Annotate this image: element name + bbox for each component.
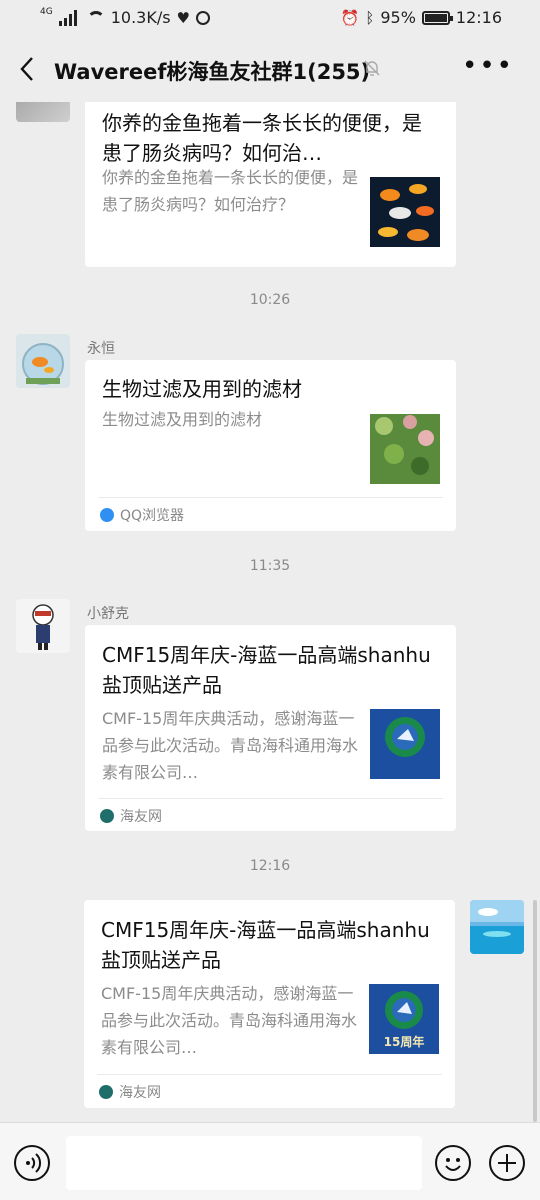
avatar[interactable] [16, 102, 70, 122]
network-type: 4G [40, 6, 53, 17]
avatar[interactable] [16, 599, 70, 653]
emoji-icon[interactable] [435, 1145, 471, 1181]
status-bar: 4G 10.3K/s ♥ ⏰ ᛒ 95% 12:16 [0, 0, 540, 36]
sender-name: 永恒 [87, 341, 115, 357]
wifi-icon [86, 10, 105, 25]
card-title: 你养的金鱼拖着一条长长的便便，是患了肠炎病吗？如何治… [102, 111, 422, 165]
voice-icon[interactable] [14, 1145, 50, 1181]
sender-name: 小舒克 [87, 606, 129, 622]
clock: 12:16 [455, 8, 502, 27]
card-title: CMF15周年庆-海蓝一品高端shanhu盐顶贴送产品 [101, 918, 430, 972]
cartoon-pilot-avatar-image [16, 599, 70, 653]
card-thumbnail [370, 177, 440, 247]
chat-header: Wavereef彬海鱼友社群1(255) ••• [0, 36, 540, 102]
message-list[interactable]: 你养的金鱼拖着一条长长的便便，是患了肠炎病吗？如何治… 你养的金鱼拖着一条长长的… [0, 102, 540, 1122]
card-description: 你养的金鱼拖着一条长长的便便，是患了肠炎病吗？如何治疗？ [102, 168, 359, 214]
bluetooth-icon: ᛒ [365, 8, 375, 27]
more-horizontal-icon[interactable]: ••• [462, 53, 514, 79]
timestamp: 12:16 [249, 858, 291, 874]
link-card[interactable]: CMF15周年庆-海蓝一品高端shanhu盐顶贴送产品 CMF-15周年庆典活动… [85, 625, 456, 831]
haiyou-site-icon [99, 1085, 113, 1099]
card-description: CMF-15周年庆典活动，感谢海蓝一品参与此次活动。青岛海科通用海水素有限公司… [102, 709, 359, 782]
chat-title: Wavereef彬海鱼友社群1(255) [54, 60, 371, 84]
my-avatar[interactable] [470, 900, 524, 954]
link-card[interactable]: 生物过滤及用到的滤材 生物过滤及用到的滤材 QQ浏览器 [85, 360, 456, 531]
aquarium-plants-image [370, 414, 440, 484]
fishbowl-avatar-image [16, 334, 70, 388]
card-source: 海友网 [98, 798, 443, 832]
card-thumbnail: 15周年 [369, 984, 439, 1054]
card-description: 生物过滤及用到的滤材 [102, 410, 263, 429]
card-title: CMF15周年庆-海蓝一品高端shanhu盐顶贴送产品 [102, 643, 431, 697]
ocean-avatar-image [470, 900, 524, 954]
card-source-name: 海友网 [120, 809, 162, 825]
qq-browser-icon [100, 508, 114, 522]
card-source: QQ浏览器 [98, 497, 443, 531]
chevron-left-icon[interactable] [18, 56, 38, 82]
alarm-icon: ⏰ [340, 8, 360, 27]
link-card-self[interactable]: CMF15周年庆-海蓝一品高端shanhu盐顶贴送产品 CMF-15周年庆典活动… [84, 900, 455, 1108]
plus-icon[interactable] [489, 1145, 525, 1181]
status-left: 4G 10.3K/s ♥ [40, 6, 210, 27]
bell-off-icon [364, 60, 380, 76]
message-input[interactable] [66, 1136, 422, 1190]
network-speed: 10.3K/s [110, 8, 171, 27]
input-bar [0, 1122, 540, 1200]
timestamp: 10:26 [249, 292, 291, 308]
anniversary-logo-image: 15周年 [369, 984, 439, 1054]
card-source-name: QQ浏览器 [120, 508, 185, 524]
battery-percent: 95% [380, 8, 416, 27]
card-source: 海友网 [97, 1074, 442, 1108]
scrollbar[interactable] [533, 900, 537, 1122]
goldfish-image [370, 177, 440, 247]
loading-icon [196, 10, 210, 25]
thumbnail-caption: 15周年 [384, 1034, 425, 1049]
card-thumbnail [370, 414, 440, 484]
status-right: ⏰ ᛒ 95% 12:16 [341, 8, 502, 27]
avatar[interactable] [16, 334, 70, 388]
card-title: 生物过滤及用到的滤材 [102, 377, 302, 401]
battery-icon [421, 10, 453, 25]
heart-icon: ♥ [176, 8, 190, 27]
card-thumbnail [370, 709, 440, 779]
haiyou-site-icon [100, 809, 114, 823]
timestamp: 11:35 [249, 558, 291, 574]
card-description: CMF-15周年庆典活动，感谢海蓝一品参与此次活动。青岛海科通用海水素有限公司… [101, 984, 358, 1057]
link-card[interactable]: 你养的金鱼拖着一条长长的便便，是患了肠炎病吗？如何治… 你养的金鱼拖着一条长长的… [85, 102, 456, 267]
card-source-name: 海友网 [119, 1085, 161, 1101]
signal-icon [58, 9, 81, 26]
anniversary-logo-image [370, 709, 440, 779]
